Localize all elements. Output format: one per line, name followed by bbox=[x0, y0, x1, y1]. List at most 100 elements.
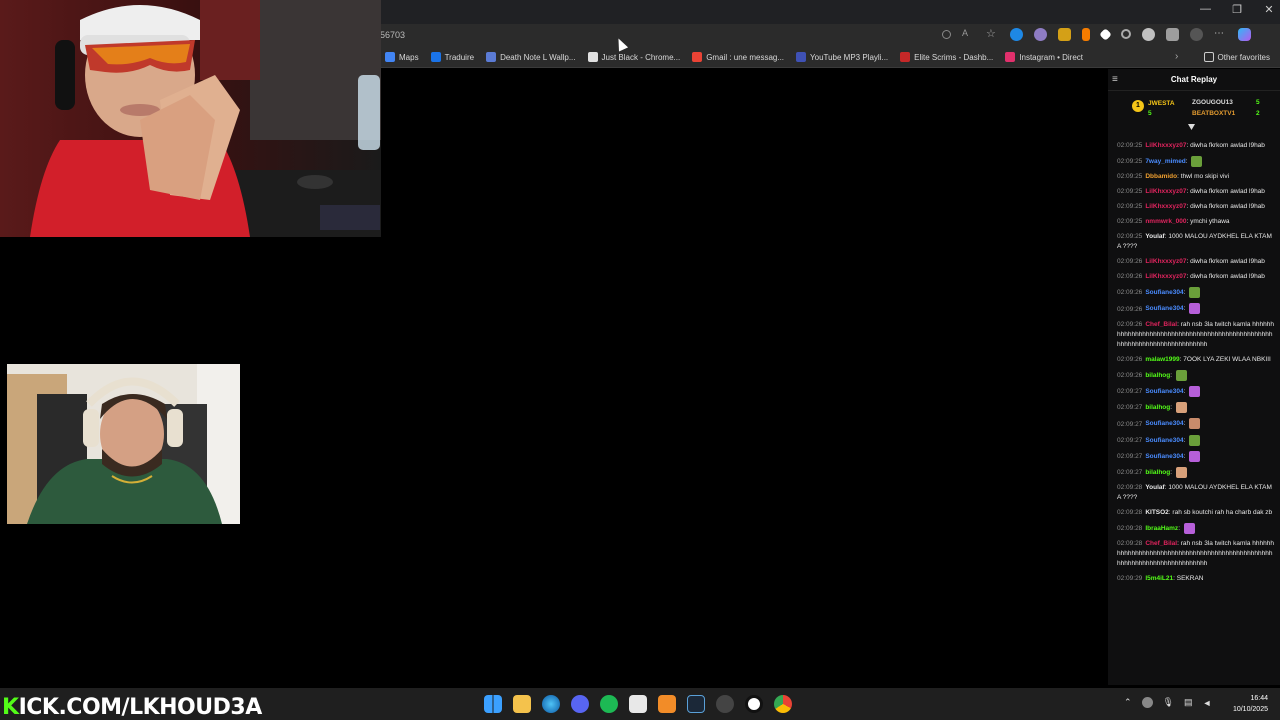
minimize-button[interactable]: — bbox=[1200, 3, 1211, 16]
url-field[interactable]: 56703 bbox=[380, 30, 405, 40]
app-icon[interactable] bbox=[658, 695, 676, 713]
store-icon[interactable] bbox=[629, 695, 647, 713]
extensions-puzzle-icon[interactable] bbox=[1166, 28, 1179, 41]
steam-icon[interactable] bbox=[687, 695, 705, 713]
message-username[interactable]: LilKhxxxyz07 bbox=[1145, 273, 1186, 280]
chevron-right-icon[interactable]: › bbox=[1175, 51, 1178, 62]
bookmark-item[interactable]: Death Note L Wallp... bbox=[486, 52, 576, 62]
message-username[interactable]: LilKhxxxyz07 bbox=[1145, 188, 1186, 195]
extension-icon[interactable] bbox=[1058, 28, 1071, 41]
read-aloud-icon[interactable]: A bbox=[962, 28, 975, 41]
profile-avatar[interactable] bbox=[1190, 28, 1203, 41]
app-icon[interactable] bbox=[745, 695, 763, 713]
message-username[interactable]: Youlaf bbox=[1145, 233, 1164, 240]
message-username[interactable]: Soufiane304 bbox=[1145, 388, 1183, 395]
spotify-icon[interactable] bbox=[600, 695, 618, 713]
message-username[interactable]: nmmwrk_000 bbox=[1145, 218, 1186, 225]
menu-icon[interactable]: ≡ bbox=[1112, 74, 1118, 85]
message-timestamp: 02:09:26 bbox=[1117, 305, 1143, 313]
message-username[interactable]: Soufiane304 bbox=[1145, 453, 1183, 460]
message-username[interactable]: l5m4iL21 bbox=[1145, 575, 1173, 582]
message-separator: : bbox=[1183, 305, 1188, 313]
extension-icon[interactable] bbox=[1010, 28, 1023, 41]
message-separator: : bbox=[1183, 436, 1188, 444]
file-explorer-icon[interactable] bbox=[513, 695, 531, 713]
message-username[interactable]: 7way_mimed bbox=[1145, 158, 1185, 165]
maximize-button[interactable]: ❐ bbox=[1232, 3, 1242, 16]
bookmark-item[interactable]: YouTube MP3 Playli... bbox=[796, 52, 888, 62]
message-separator: : bbox=[1170, 469, 1174, 477]
emote-icon bbox=[1175, 466, 1187, 478]
chevron-down-icon[interactable] bbox=[1188, 124, 1195, 130]
chevron-up-icon[interactable]: ⌃ bbox=[1124, 697, 1132, 708]
bookmark-item[interactable]: Gmail : une messag... bbox=[692, 52, 784, 62]
bookmark-item[interactable]: Maps bbox=[385, 52, 419, 62]
emote-icon bbox=[1189, 287, 1201, 299]
leader-second-name[interactable]: ZGOUGOU13 bbox=[1192, 99, 1233, 106]
more-menu-icon[interactable]: ⋯ bbox=[1214, 28, 1227, 41]
chat-message-list: 02:09:25 LilKhxxxyz07: diwha fkrkom awlad… bbox=[1117, 141, 1275, 589]
chrome-icon[interactable] bbox=[774, 695, 792, 713]
network-icon[interactable]: ▤ bbox=[1184, 697, 1193, 708]
edge-browser-icon[interactable] bbox=[542, 695, 560, 713]
bookmark-favicon-icon bbox=[692, 52, 703, 62]
microphone-icon[interactable]: 🎙 bbox=[1163, 697, 1174, 708]
message-username[interactable]: bilalhog bbox=[1145, 404, 1170, 411]
refresh-icon[interactable] bbox=[1121, 29, 1131, 39]
extension-icon[interactable] bbox=[1142, 28, 1155, 41]
stream-screen: — ❐ ✕ 56703 A ☆ ⋯ Maps Traduire Death Note… bbox=[0, 0, 1280, 720]
message-username[interactable]: LilKhxxxyz07 bbox=[1145, 142, 1186, 149]
message-username[interactable]: Soufiane304 bbox=[1145, 437, 1183, 444]
zoom-icon[interactable] bbox=[942, 30, 951, 39]
bookmark-item[interactable]: Instagram • Direct bbox=[1005, 52, 1083, 62]
message-username[interactable]: Dbbamido bbox=[1145, 173, 1177, 180]
taskbar-clock[interactable]: 16:44 10/10/2025 bbox=[1222, 693, 1268, 715]
message-username[interactable]: Soufiane304 bbox=[1145, 306, 1183, 313]
message-separator: : bbox=[1185, 158, 1190, 166]
message-username[interactable]: malaw1999 bbox=[1145, 356, 1179, 363]
tray-app-icon[interactable] bbox=[1141, 697, 1153, 708]
leader-third-count: 2 bbox=[1256, 110, 1260, 117]
leader-first-name[interactable]: JWESTA bbox=[1148, 100, 1175, 107]
message-username[interactable]: LilKhxxxyz07 bbox=[1145, 203, 1186, 210]
close-button[interactable]: ✕ bbox=[1264, 3, 1274, 16]
message-username[interactable]: KITSO2 bbox=[1145, 509, 1168, 516]
app-icon[interactable] bbox=[716, 695, 734, 713]
message-username[interactable]: Chef_Bilal bbox=[1145, 540, 1177, 547]
message-timestamp: 02:09:29 bbox=[1117, 575, 1143, 583]
message-username[interactable]: IbraaHamz bbox=[1145, 525, 1178, 532]
bookmark-item[interactable]: Elite Scrims - Dashb... bbox=[900, 52, 993, 62]
message-username[interactable]: bilalhog bbox=[1145, 372, 1170, 379]
message-username[interactable]: Chef_Bilal bbox=[1145, 321, 1177, 328]
extension-icon[interactable] bbox=[1099, 28, 1112, 41]
message-username[interactable]: bilalhog bbox=[1145, 469, 1170, 476]
copilot-icon[interactable] bbox=[1238, 28, 1251, 41]
message-timestamp: 02:09:28 bbox=[1117, 509, 1143, 517]
system-tray: ⌃ 🎙 ▤ ◄ bbox=[1124, 697, 1211, 708]
extension-icon[interactable] bbox=[1082, 28, 1090, 41]
message-text: thwl mo skipi vivi bbox=[1180, 173, 1230, 181]
message-username[interactable]: Soufiane304 bbox=[1145, 289, 1183, 296]
message-username[interactable]: LilKhxxxyz07 bbox=[1145, 258, 1186, 265]
discord-icon[interactable] bbox=[571, 695, 589, 713]
volume-icon[interactable]: ◄ bbox=[1203, 698, 1212, 708]
extension-icon[interactable] bbox=[1034, 28, 1047, 41]
bookmark-item[interactable]: Just Black - Chrome... bbox=[587, 52, 680, 62]
bookmark-label: Elite Scrims - Dashb... bbox=[914, 52, 994, 62]
chat-message: 02:09:25 LilKhxxxyz07: diwha fkrkom awlad… bbox=[1117, 141, 1275, 151]
guest-feed-image bbox=[7, 364, 240, 524]
other-favorites[interactable]: Other favorites bbox=[1203, 52, 1270, 62]
message-timestamp: 02:09:25 bbox=[1117, 188, 1143, 196]
window-controls: — ❐ ✕ bbox=[1200, 3, 1274, 16]
message-timestamp: 02:09:27 bbox=[1117, 388, 1143, 396]
leader-third-name[interactable]: BEATBOXTV1 bbox=[1192, 110, 1235, 117]
favorite-star-icon[interactable]: ☆ bbox=[986, 28, 999, 41]
message-username[interactable]: Soufiane304 bbox=[1145, 421, 1183, 428]
message-username[interactable]: Youlaf bbox=[1145, 484, 1164, 491]
message-text: diwha fkrkom awlad l9hab bbox=[1190, 188, 1265, 196]
chat-header: ≡ Chat Replay bbox=[1108, 69, 1280, 91]
message-separator: : bbox=[1170, 404, 1174, 412]
bookmark-item[interactable]: Traduire bbox=[430, 52, 474, 62]
chat-message: 02:09:26 Soufiane304: bbox=[1117, 303, 1275, 315]
windows-start-icon[interactable] bbox=[484, 695, 502, 713]
